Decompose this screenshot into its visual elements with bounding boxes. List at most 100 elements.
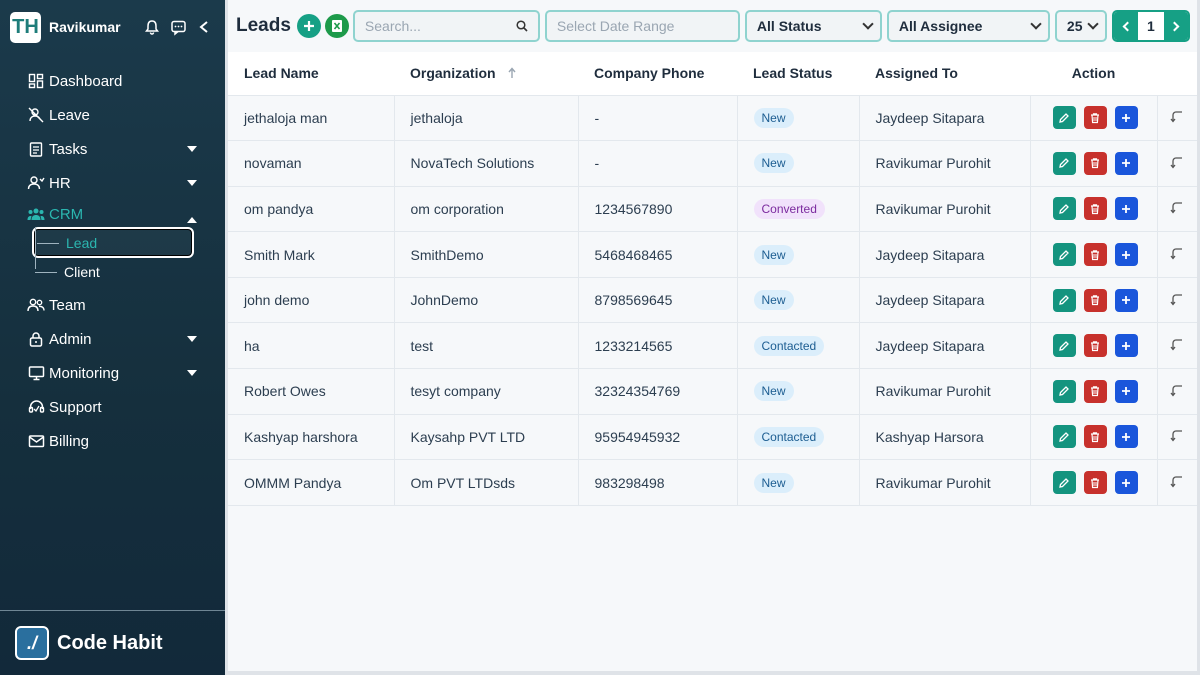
add-button[interactable] [1114, 379, 1138, 403]
edit-button[interactable] [1052, 379, 1076, 403]
next-page-button[interactable] [1163, 12, 1188, 40]
cell-lead-name[interactable]: Smith Mark [228, 231, 395, 278]
trash-icon [1091, 477, 1099, 488]
collapse-chevron-icon[interactable] [193, 16, 215, 38]
sidebar-item-label: Support [49, 398, 102, 416]
cell-lead-name[interactable]: om pandya [228, 186, 395, 233]
sidebar-item-tasks[interactable]: Tasks [0, 132, 225, 166]
cell-lead-status: New [737, 231, 860, 278]
lock-icon [26, 329, 46, 349]
add-button[interactable] [1114, 197, 1138, 221]
cell-lead-name[interactable]: OMMM Pandya [228, 459, 395, 506]
cell-lead-name[interactable]: Robert Owes [228, 368, 395, 415]
column-header-lead-status[interactable]: Lead Status [737, 52, 859, 96]
cell-lead-name[interactable]: jethaloja man [228, 95, 395, 142]
table-row[interactable]: Kashyap harshora Kaysahp PVT LTD 959549459… [228, 414, 1197, 461]
cell-actions [1030, 95, 1158, 142]
table-row[interactable]: novaman NovaTech Solutions - New Ravikumar P… [228, 140, 1197, 187]
add-button[interactable] [1114, 288, 1138, 312]
delete-button[interactable] [1083, 288, 1107, 312]
sidebar-item-crm[interactable]: CRM [0, 203, 225, 225]
convert-arrow-icon [1169, 157, 1182, 169]
cell-lead-name[interactable]: novaman [228, 140, 395, 187]
delete-button[interactable] [1083, 379, 1107, 403]
status-badge: New [753, 472, 794, 493]
cell-convert[interactable] [1157, 231, 1197, 278]
column-header-organization[interactable]: Organization [394, 52, 578, 96]
table-row[interactable]: OMMM Pandya Om PVT LTDsds 983298498 New Ravi… [228, 459, 1197, 506]
chat-icon[interactable] [167, 16, 189, 38]
sidebar-subitem-client[interactable]: Client [32, 258, 225, 286]
sidebar-item-team[interactable]: Team [0, 288, 225, 322]
cell-convert[interactable] [1157, 95, 1197, 142]
add-lead-button[interactable] [296, 14, 321, 38]
delete-button[interactable] [1083, 425, 1107, 449]
cell-convert[interactable] [1157, 277, 1197, 324]
edit-button[interactable] [1052, 425, 1076, 449]
cell-convert[interactable] [1157, 186, 1197, 233]
search-input[interactable] [364, 18, 505, 34]
sidebar-item-dashboard[interactable]: Dashboard [0, 64, 225, 98]
cell-lead-name[interactable]: john demo [228, 277, 395, 324]
sidebar-subitem-lead[interactable]: Lead [32, 227, 194, 258]
add-button[interactable] [1114, 151, 1138, 175]
delete-button[interactable] [1083, 197, 1107, 221]
edit-button[interactable] [1052, 288, 1076, 312]
add-button[interactable] [1114, 106, 1138, 130]
table-row[interactable]: Smith Mark SmithDemo 5468468465 New Jaydeep … [228, 231, 1197, 278]
cell-convert[interactable] [1157, 140, 1197, 187]
main-content: Leads Select Date Range All Status All A… [228, 0, 1197, 671]
column-header-company-phone[interactable]: Company Phone [578, 52, 737, 96]
column-header-assigned-to[interactable]: Assigned To [859, 52, 1030, 96]
add-button[interactable] [1114, 243, 1138, 267]
cell-convert[interactable] [1157, 322, 1197, 370]
page-size-select[interactable]: 25 [1054, 10, 1107, 42]
bell-icon[interactable] [141, 16, 163, 38]
add-button[interactable] [1114, 425, 1138, 449]
sidebar-subitem-label: Client [64, 264, 100, 280]
edit-button[interactable] [1052, 471, 1076, 495]
table-row[interactable]: Robert Owes tesyt company 32324354769 New Ra… [228, 368, 1197, 415]
trash-icon [1091, 295, 1099, 306]
edit-button[interactable] [1052, 151, 1076, 175]
add-button[interactable] [1114, 334, 1138, 358]
prev-page-button[interactable] [1113, 12, 1138, 40]
table-row[interactable]: john demo JohnDemo 8798569645 New Jaydeep Si… [228, 277, 1197, 324]
sidebar-item-monitoring[interactable]: Monitoring [0, 356, 225, 390]
add-button[interactable] [1114, 471, 1138, 495]
page-title: Leads [236, 15, 291, 36]
cell-lead-status: New [737, 368, 860, 415]
edit-button[interactable] [1052, 197, 1076, 221]
export-excel-button[interactable] [324, 14, 349, 38]
search-field[interactable] [352, 10, 540, 42]
app-logo[interactable]: TH [10, 11, 41, 43]
sidebar-item-hr[interactable]: HR [0, 166, 225, 200]
cell-convert[interactable] [1157, 368, 1197, 415]
edit-button[interactable] [1052, 243, 1076, 267]
delete-button[interactable] [1083, 151, 1107, 175]
sidebar-item-support[interactable]: Support [0, 390, 225, 424]
cell-convert[interactable] [1157, 414, 1197, 461]
edit-button[interactable] [1052, 334, 1076, 358]
delete-button[interactable] [1083, 106, 1107, 130]
column-header-extra [1157, 52, 1197, 96]
delete-button[interactable] [1083, 334, 1107, 358]
status-filter-select[interactable]: All Status [744, 10, 882, 42]
sidebar-item-leave[interactable]: Leave [0, 98, 225, 132]
cell-convert[interactable] [1157, 459, 1197, 506]
table-row[interactable]: jethaloja man jethaloja - New Jaydeep Sitapa… [228, 95, 1197, 142]
table-row[interactable]: ha test 1233214565 Contacted Jaydeep Sitapar… [228, 322, 1197, 370]
sidebar-item-label: Team [49, 296, 86, 314]
assignee-filter-select[interactable]: All Assignee [886, 10, 1050, 42]
edit-button[interactable] [1052, 106, 1076, 130]
pencil-icon [1059, 249, 1069, 260]
date-range-field[interactable]: Select Date Range [544, 10, 740, 42]
sidebar-item-admin[interactable]: Admin [0, 322, 225, 356]
delete-button[interactable] [1083, 471, 1107, 495]
column-header-lead-name[interactable]: Lead Name [228, 52, 394, 96]
cell-lead-name[interactable]: Kashyap harshora [228, 414, 395, 461]
table-row[interactable]: om pandya om corporation 1234567890 Convert… [228, 186, 1197, 233]
delete-button[interactable] [1083, 243, 1107, 267]
sidebar-item-billing[interactable]: Billing [0, 424, 225, 458]
cell-lead-name[interactable]: ha [228, 322, 395, 370]
